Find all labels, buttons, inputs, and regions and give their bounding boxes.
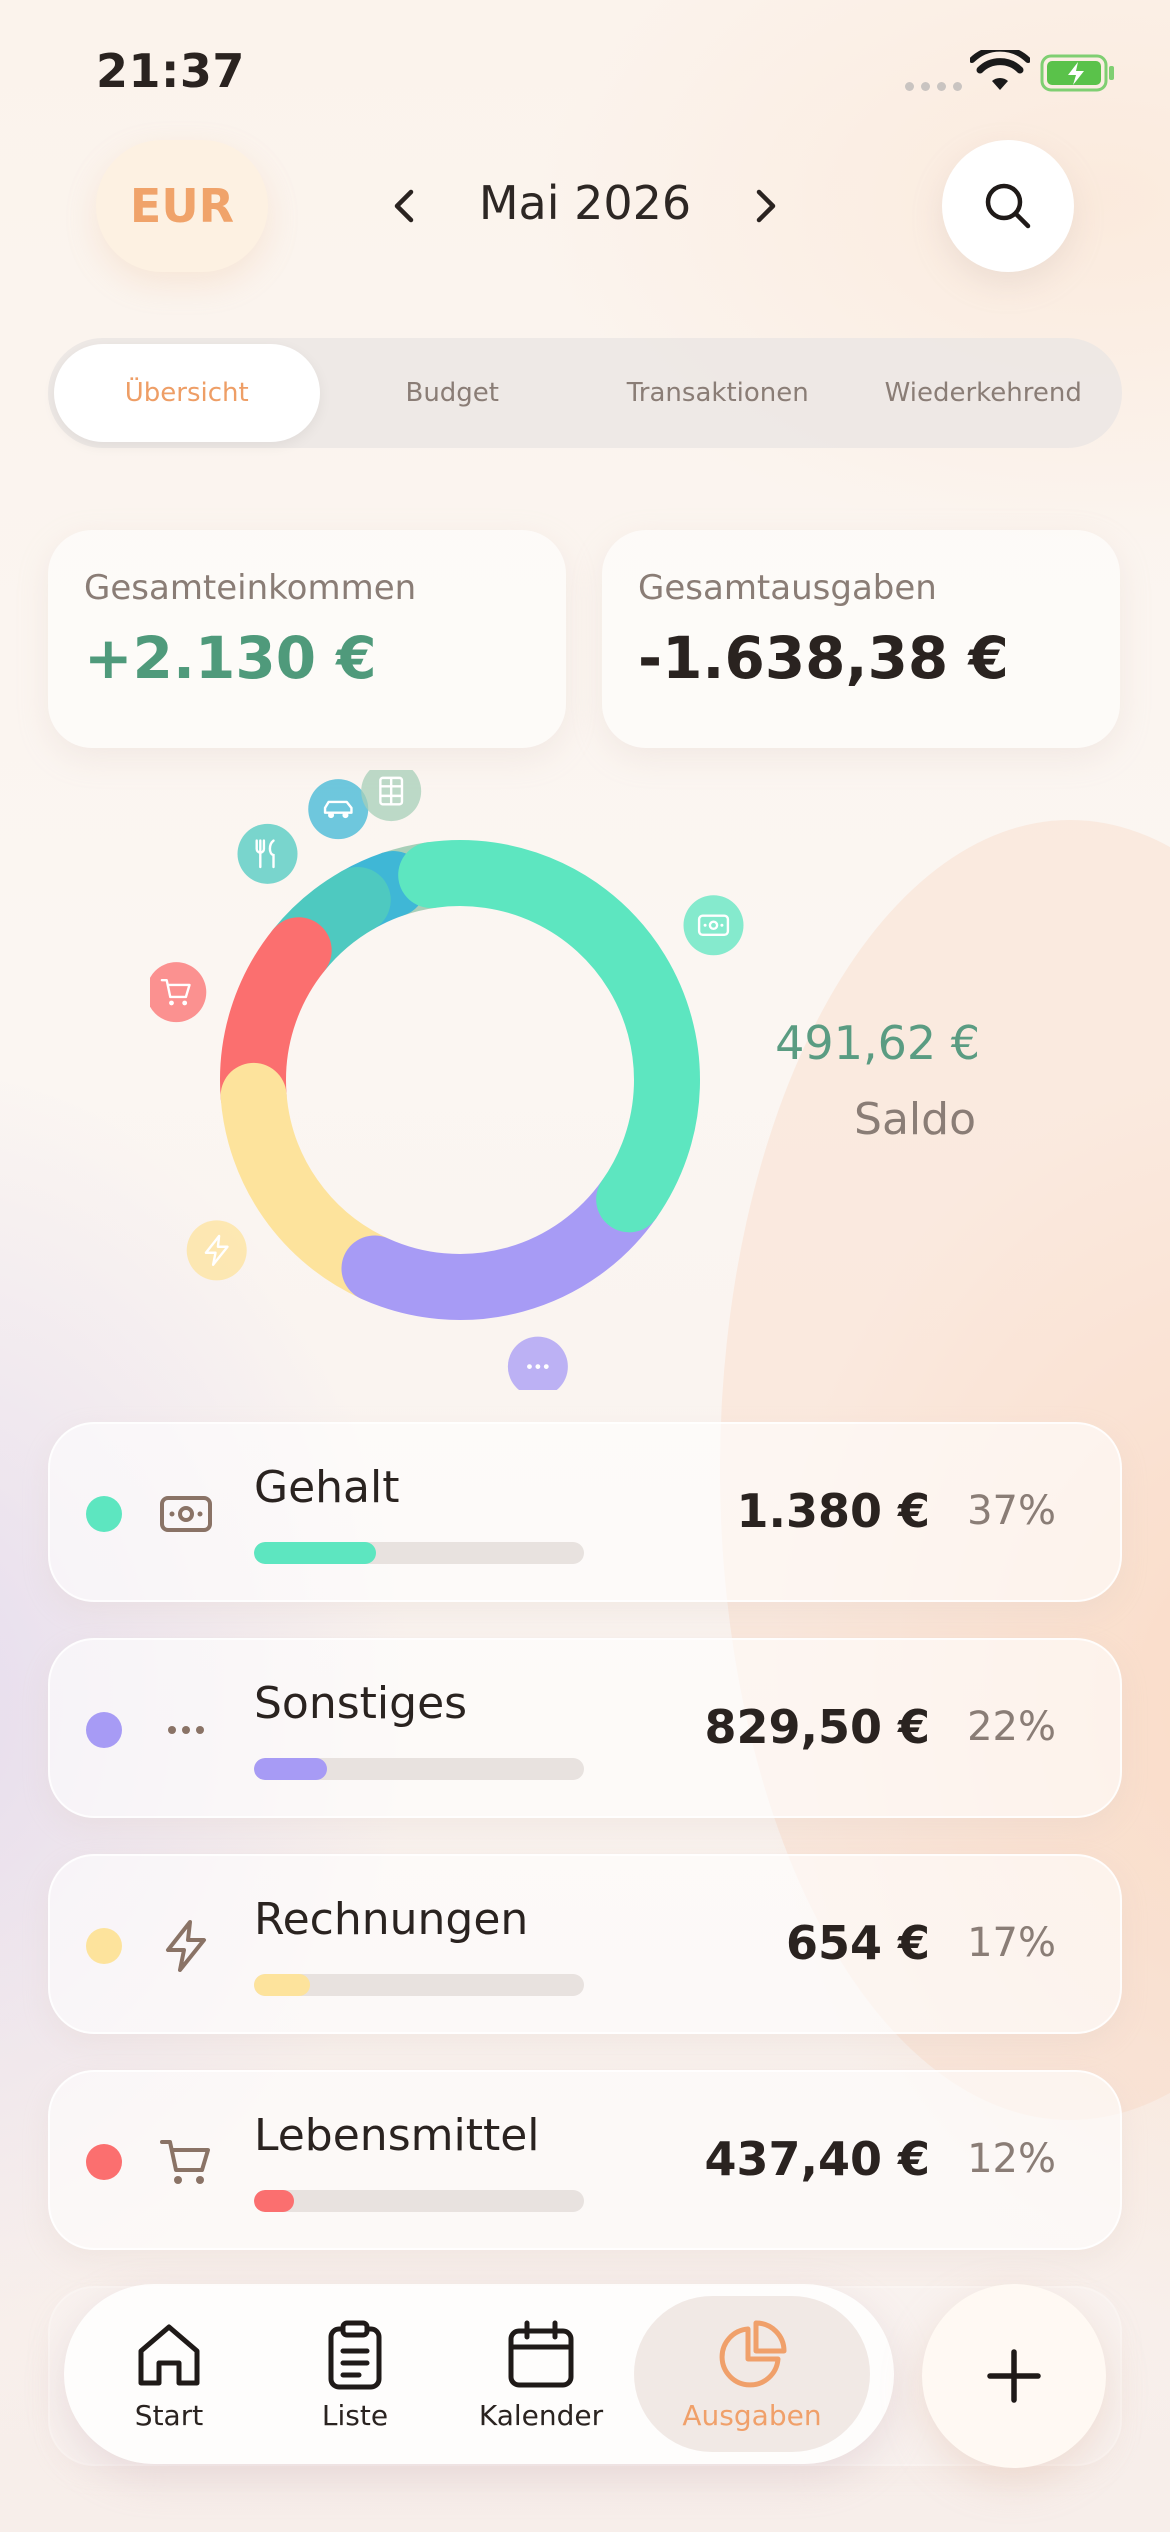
income-value: +2.130 € (84, 624, 377, 692)
bolt-icon (166, 1920, 206, 1972)
category-color-dot (86, 2144, 122, 2180)
plus-icon (987, 2349, 1041, 2403)
home-icon (138, 2324, 200, 2385)
expense-value: -1.638,38 € (638, 624, 1009, 692)
bolt-icon (186, 1220, 247, 1281)
category-name: Gehalt (254, 1462, 400, 1513)
nav-calendar-label: Kalender (478, 2398, 604, 2432)
nav-expenses[interactable]: Ausgaben (634, 2296, 870, 2452)
donut-slice-sonstiges[interactable] (341, 1166, 663, 1320)
next-month-button[interactable] (736, 176, 796, 236)
category-progress-fill (254, 1542, 377, 1564)
search-icon (985, 183, 1031, 229)
expense-card[interactable]: Gesamtausgaben -1.638,38 € (602, 530, 1120, 748)
status-time: 21:37 (96, 44, 245, 98)
category-name: Lebensmittel (254, 2110, 540, 2161)
tab-recurring[interactable]: Wiederkehrend (851, 344, 1117, 442)
cart-icon (150, 962, 207, 1023)
category-progress-bar (254, 1758, 584, 1780)
more-icon (168, 1726, 204, 1734)
expense-label: Gesamtausgaben (638, 568, 937, 608)
category-percent: 12% (967, 2136, 1056, 2182)
film-icon (361, 770, 422, 822)
category-color-dot (86, 1712, 122, 1748)
balance-label: Saldo (854, 1094, 976, 1145)
nav-start[interactable]: Start (76, 2296, 262, 2452)
cash-icon (160, 1496, 212, 1532)
nav-expenses-label: Ausgaben (682, 2398, 822, 2432)
pie-chart-icon (719, 2320, 787, 2387)
category-percent: 37% (967, 1488, 1056, 1534)
category-progress-fill (254, 2190, 294, 2212)
car-icon (308, 779, 369, 840)
category-donut-chart (150, 770, 744, 1390)
month-label: Mai 2026 (478, 176, 692, 230)
chevron-right-icon (756, 189, 776, 223)
category-amount: 829,50 € (704, 1700, 930, 1754)
currency-button[interactable]: EUR (96, 140, 268, 272)
cart-icon (160, 2140, 210, 2184)
nav-calendar[interactable]: Kalender (448, 2296, 634, 2452)
battery-icon (1040, 54, 1114, 92)
nav-start-label: Start (134, 2398, 204, 2432)
category-amount: 1.380 € (736, 1484, 930, 1538)
more-icon (507, 1336, 568, 1390)
donut-slice-gehalt[interactable] (398, 840, 700, 1233)
category-amount: 654 € (785, 1916, 930, 1970)
tab-transactions[interactable]: Transaktionen (585, 344, 851, 442)
cash-icon (683, 895, 744, 956)
category-row[interactable]: Gehalt 1.380 € 37% (48, 1422, 1122, 1602)
nav-list-label: Liste (321, 2398, 389, 2432)
wifi-icon (970, 50, 1030, 90)
search-button[interactable] (942, 140, 1074, 272)
category-row[interactable]: Sonstiges 829,50 € 22% (48, 1638, 1122, 1818)
income-label: Gesamteinkommen (84, 568, 417, 608)
add-transaction-button[interactable] (922, 2284, 1106, 2468)
category-amount: 437,40 € (704, 2132, 930, 2186)
category-row[interactable]: Lebensmittel 437,40 € 12% (48, 2070, 1122, 2250)
tab-overview[interactable]: Übersicht (54, 344, 320, 442)
category-color-dot (86, 1928, 122, 1964)
category-progress-fill (254, 1974, 311, 1996)
tab-budget[interactable]: Budget (320, 344, 586, 442)
nav-list[interactable]: Liste (262, 2296, 448, 2452)
status-bar: 21:37 (0, 0, 1170, 140)
bottom-navigation: Start Liste Kalender Ausgaben (64, 2284, 894, 2464)
category-color-dot (86, 1496, 122, 1532)
category-progress-bar (254, 2190, 584, 2212)
category-progress-fill (254, 1758, 327, 1780)
income-card[interactable]: Gesamteinkommen +2.130 € (48, 530, 566, 748)
clipboard-icon (328, 2320, 382, 2389)
category-progress-bar (254, 1974, 584, 1996)
category-progress-bar (254, 1542, 584, 1564)
category-name: Rechnungen (254, 1894, 529, 1945)
category-row[interactable]: Rechnungen 654 € 17% (48, 1854, 1122, 2034)
previous-month-button[interactable] (374, 176, 434, 236)
cutlery-icon (237, 823, 298, 884)
view-tabs: Übersicht Budget Transaktionen Wiederkeh… (48, 338, 1122, 448)
category-percent: 17% (967, 1920, 1056, 1966)
cellular-signal-icon (905, 82, 962, 91)
calendar-icon (508, 2320, 574, 2387)
category-percent: 22% (967, 1704, 1056, 1750)
category-name: Sonstiges (254, 1678, 468, 1729)
chevron-left-icon (394, 189, 414, 223)
balance-value: 491,62 € (775, 1016, 980, 1070)
